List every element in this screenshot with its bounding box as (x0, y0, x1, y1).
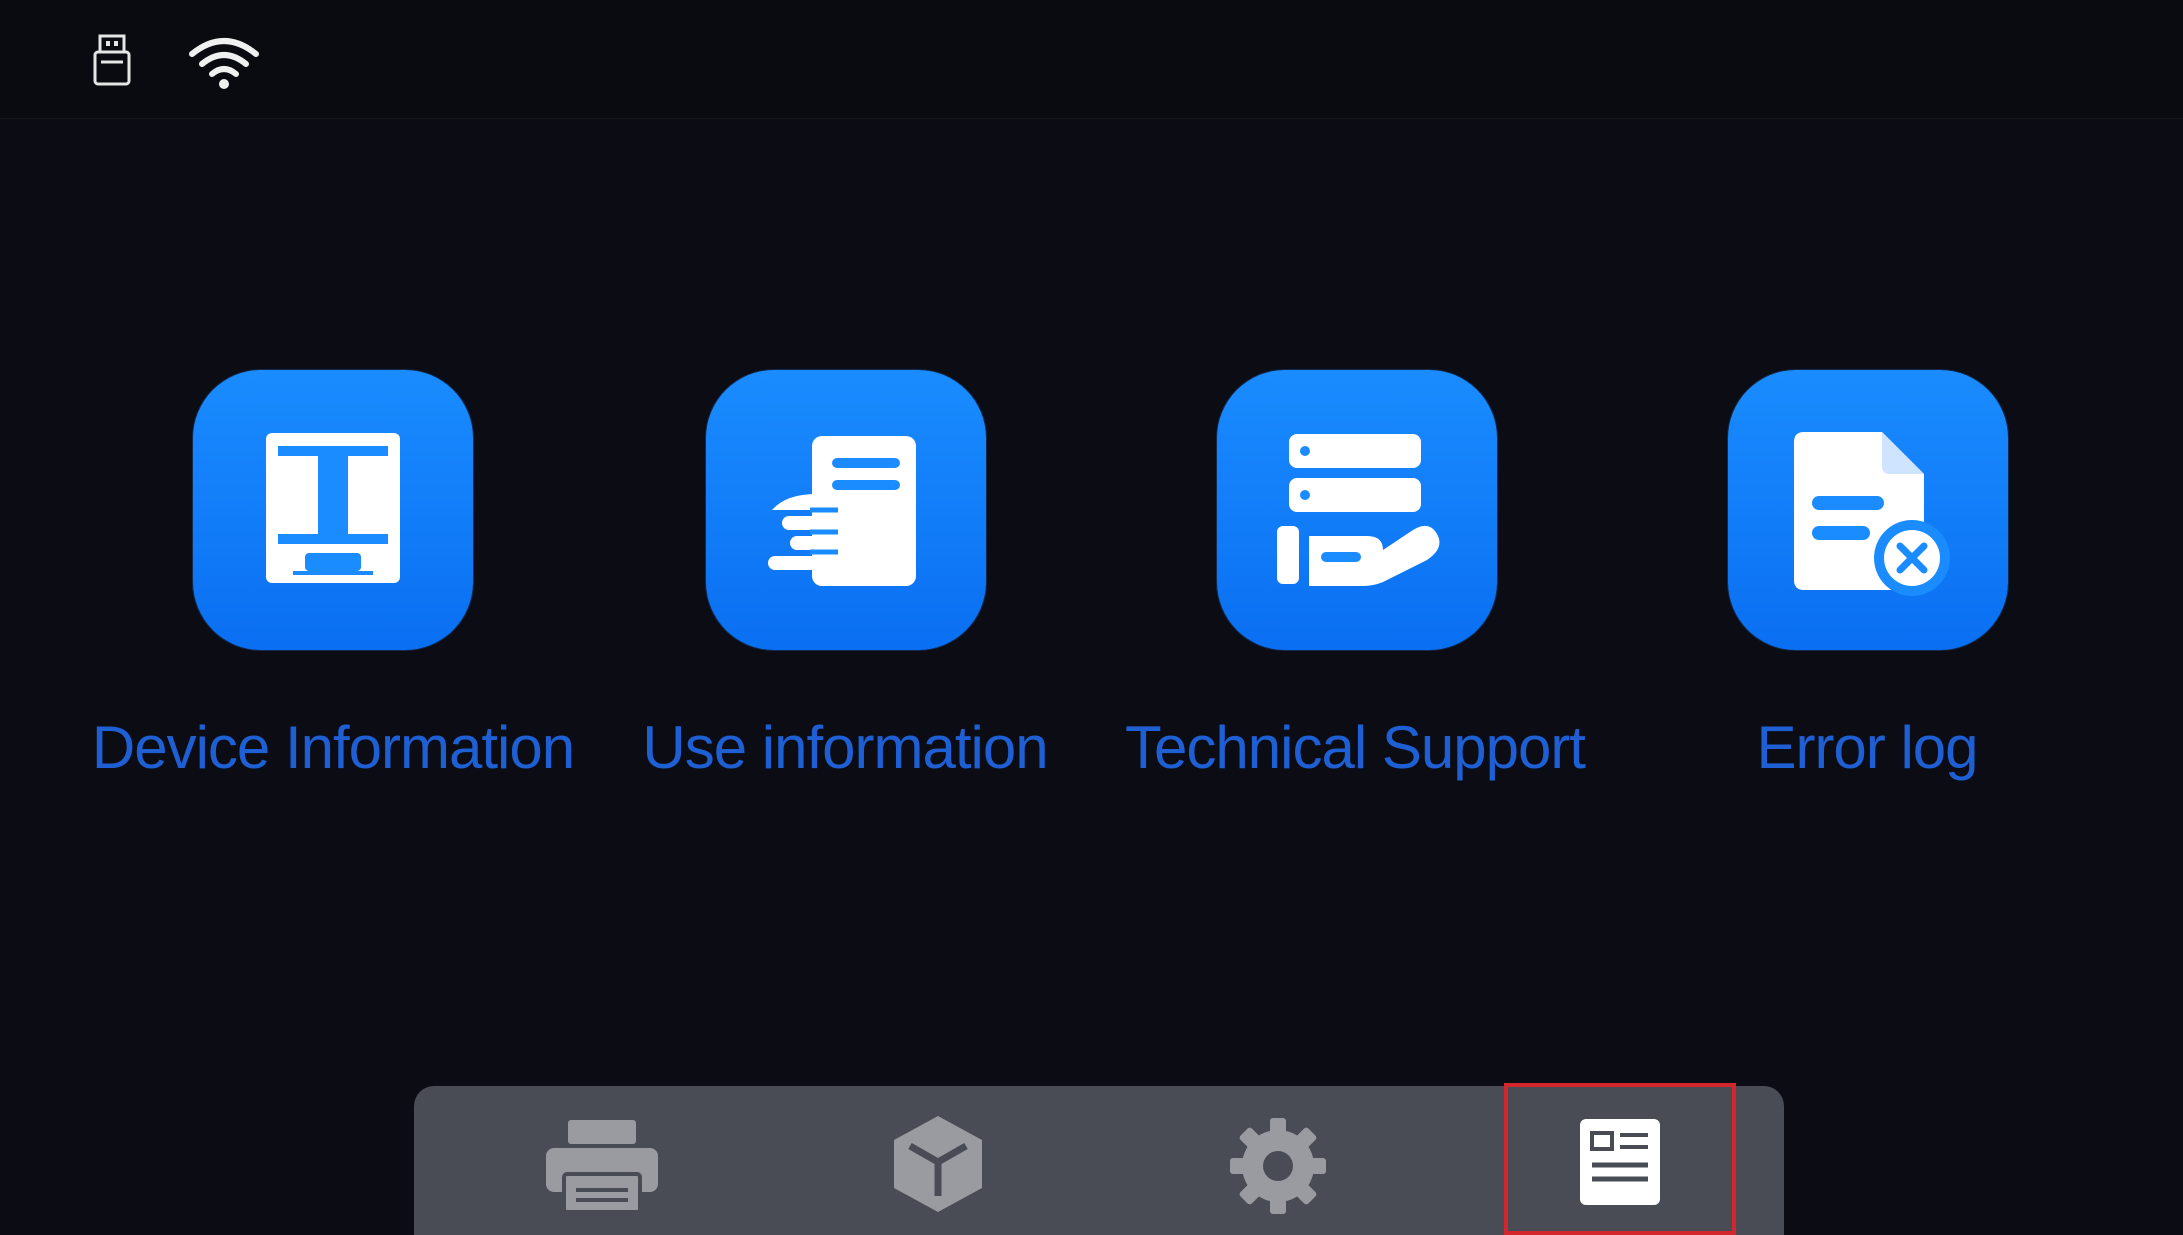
error-log-button[interactable] (1728, 370, 2008, 650)
info-screen: Device Information Use information Techn… (0, 0, 2183, 1235)
device-information-label[interactable]: Device Information (78, 712, 588, 784)
printer-icon (546, 1120, 658, 1214)
technical-support-label[interactable]: Technical Support (1100, 712, 1610, 784)
bottom-navigation (414, 1083, 1784, 1235)
nav-settings-button[interactable] (1176, 1086, 1406, 1235)
wifi-icon (189, 38, 259, 89)
nav-model-button[interactable] (826, 1086, 1056, 1235)
status-bar (0, 0, 2183, 119)
use-information-label[interactable]: Use information (590, 712, 1100, 784)
hand-document-icon (768, 436, 916, 586)
nav-info-button[interactable] (1504, 1083, 1736, 1235)
technical-support-button[interactable] (1217, 370, 1497, 650)
printer-device-icon (266, 433, 400, 583)
nav-print-button[interactable] (484, 1086, 714, 1235)
usb-drive-icon (93, 34, 131, 86)
server-hand-icon (1277, 434, 1440, 586)
info-card-icon (1580, 1119, 1660, 1205)
error-log-label[interactable]: Error log (1612, 712, 2122, 784)
document-error-icon (1794, 432, 1950, 596)
use-information-button[interactable] (706, 370, 986, 650)
gear-icon (1230, 1118, 1326, 1214)
cube-icon (894, 1116, 982, 1212)
device-information-button[interactable] (193, 370, 473, 650)
